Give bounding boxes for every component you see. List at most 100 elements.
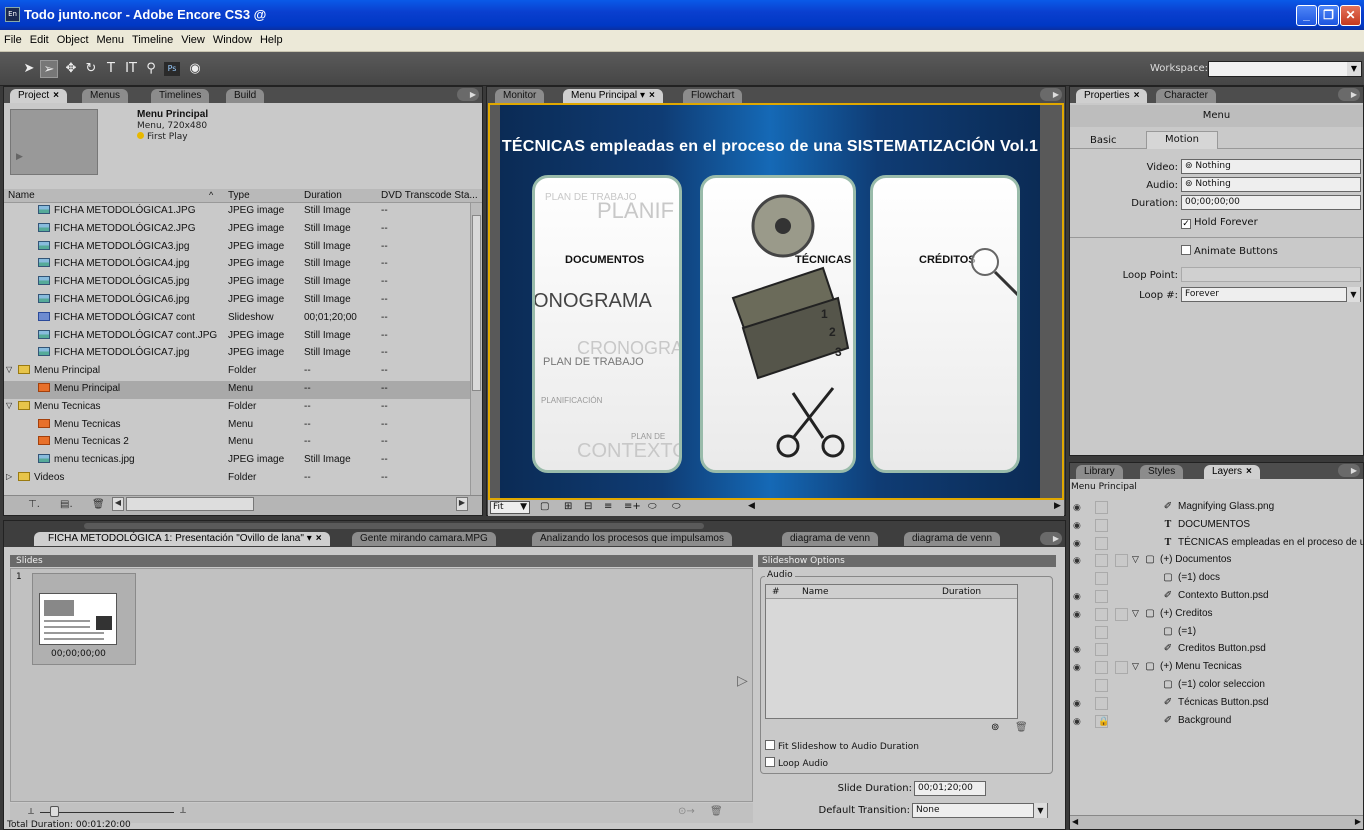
layer-row[interactable]: ◉ T TÉCNICAS empleadas en el proceso de un [1070,535,1364,553]
scroll-right-icon[interactable]: ▶ [456,497,468,511]
horizontal-scroll-thumb[interactable] [126,497,254,511]
checkbox-box[interactable] [1181,245,1191,255]
scroll-left-icon[interactable]: ◀ [112,497,124,511]
lock-toggle[interactable] [1095,679,1108,692]
layer-row[interactable]: ◉ 🔒 ✐ Background [1070,713,1364,731]
tab-ficha-metodologica-1[interactable]: FICHA METODOLÓGICA 1: Presentación "Ovil… [34,532,330,546]
trash-icon[interactable]: 🗑 [710,806,723,817]
restore-button[interactable]: ❐ [1318,5,1339,26]
go-to-icon[interactable]: ⊙→ [678,806,695,817]
menu-view[interactable]: View [177,30,209,46]
trash-icon[interactable]: 🗑 [1015,722,1028,733]
project-row[interactable]: FICHA METODOLÓGICA6.jpg JPEG image Still I… [4,292,470,310]
zoom-icon[interactable]: ⚲ [142,60,160,78]
layer-toggle[interactable] [1115,607,1128,621]
tab-menus[interactable]: Menus [82,89,129,103]
project-row[interactable]: FICHA METODOLÓGICA7 cont Slideshow 00;01;2… [4,310,470,328]
eye-hidden-icon[interactable] [1073,573,1085,584]
preview-icon[interactable]: ◉ [186,60,204,78]
close-icon[interactable]: × [53,90,59,101]
menu-object[interactable]: Object [53,30,93,46]
menu-timeline[interactable]: Timeline [128,30,177,46]
new-folder-icon[interactable]: ▤. [60,499,73,510]
panel-menu-icon[interactable]: ▶ [457,88,479,101]
lock-toggle[interactable] [1095,696,1108,710]
menu-title-text[interactable]: TÉCNICAS empleadas en el proceso de una … [500,138,1040,156]
layer-row[interactable]: ◉ T DOCUMENTOS [1070,517,1364,535]
tab-analizando[interactable]: Analizando los procesos que impulsamos [532,532,732,546]
chevron-right-icon[interactable]: ▷ [6,472,12,481]
eye-icon[interactable]: ◉ [1073,591,1085,602]
close-icon[interactable]: × [1134,90,1140,101]
panel-menu-icon[interactable]: ▶ [1338,464,1360,477]
column-type[interactable]: Type [228,190,250,201]
chevron-down-icon[interactable]: ▾ [307,533,312,544]
zoom-fit-select[interactable]: Fit ▼ [490,501,530,514]
tab-flowchart[interactable]: Flowchart [683,89,743,103]
checkbox-box[interactable] [765,740,775,750]
photoshop-icon[interactable]: Ps [164,62,180,76]
close-icon[interactable]: × [316,533,322,544]
chevron-down-icon[interactable]: ▽ [6,401,12,410]
layer-row[interactable]: ◉ ✐ Técnicas Button.psd [1070,695,1364,713]
slider-thumb[interactable] [50,806,59,817]
column-name[interactable]: Name [8,190,35,201]
checkbox-box[interactable] [765,757,775,767]
collapse-options-icon[interactable]: ▷ [737,673,749,699]
lock-toggle[interactable] [1095,518,1108,532]
layer-row[interactable]: ◉ ▽ ▢ (+) Menu Tecnicas [1070,659,1364,677]
scroll-left-icon[interactable]: ◀ [748,501,755,511]
new-item-icon[interactable]: ⊤. [28,499,40,510]
lock-toggle[interactable] [1095,572,1108,586]
eye-icon[interactable]: ◉ [1073,662,1085,673]
layer-row[interactable]: ▢ (=1) docs [1070,570,1364,588]
layer-row[interactable]: ◉ ✐ Magnifying Glass.png [1070,499,1364,517]
tab-character[interactable]: Character [1156,89,1216,103]
project-row[interactable]: Menu Tecnicas 2 Menu -- -- [4,434,470,452]
zoom-out-icon[interactable]: ⟂ [28,807,34,817]
project-row[interactable]: ▽ Menu Tecnicas Folder -- -- [4,399,470,417]
menu-editor-canvas[interactable]: TÉCNICAS empleadas en el proceso de una … [488,103,1064,500]
highlight-icon[interactable]: ⬭ [672,501,681,512]
pickwhip-icon[interactable]: ⊚ [1185,179,1195,189]
tecnicas-button[interactable]: 1 2 3 TÉCNICAS [700,175,856,473]
loop-point-field[interactable] [1181,267,1361,282]
slide-duration-field[interactable]: 00;01;20;00 [914,781,986,796]
pickwhip-icon[interactable]: ⊚ [1185,161,1195,171]
project-scrollbar[interactable] [470,203,482,495]
rotate-icon[interactable]: ↻ [82,60,100,78]
chevron-down-icon[interactable]: ▼ [1347,62,1361,76]
scroll-right-icon[interactable]: ▶ [1054,501,1061,511]
tab-properties[interactable]: Properties × [1076,89,1148,103]
audio-table[interactable]: # Name Duration [765,584,1018,719]
project-row[interactable]: Menu Tecnicas Menu -- -- [4,417,470,435]
lock-icon[interactable]: 🔒 [1095,714,1109,728]
tab-build[interactable]: Build [226,89,265,103]
layer-row[interactable]: ◉ ✐ Contexto Button.psd [1070,588,1364,606]
tab-layers[interactable]: Layers × [1204,465,1260,479]
lock-toggle[interactable] [1095,501,1108,514]
panel-menu-icon[interactable]: ▶ [1040,532,1062,545]
documentos-button[interactable]: PLAN DE TRABAJO PLANIF DOCUMENTOS ONOGRA… [532,175,682,473]
lock-toggle[interactable] [1095,590,1108,603]
audio-field[interactable]: ⊚ Nothing [1181,177,1361,192]
layer-row[interactable]: ◉ ▽ ▢ (+) Documentos [1070,552,1364,570]
tab-basic[interactable]: Basic [1090,135,1116,146]
workspace-select[interactable]: ▼ [1208,61,1362,77]
menu-menu[interactable]: Menu [93,30,129,46]
tab-diagrama-de-venn[interactable]: diagrama de venn [782,532,879,546]
project-row[interactable]: ▽ Menu Principal Folder -- -- [4,363,470,381]
loop-count-select[interactable]: Forever ▼ [1181,287,1361,302]
eye-icon[interactable]: ◉ [1073,716,1085,727]
hold-forever-checkbox[interactable]: ✓ Hold Forever [1181,217,1258,229]
lock-toggle[interactable] [1095,554,1108,568]
tab-diagrama-de-venn-2[interactable]: diagrama de venn [904,532,1001,546]
menu-file[interactable]: File [0,30,26,46]
text-icon[interactable]: T [102,60,120,78]
project-row[interactable]: FICHA METODOLÓGICA7.jpg JPEG image Still I… [4,345,470,363]
subpicture-icon[interactable]: ⬭ [648,501,657,512]
eye-icon[interactable]: ◉ [1073,502,1085,513]
column-transcode[interactable]: DVD Transcode Sta... [381,190,478,201]
layer-toggle[interactable] [1115,554,1128,568]
eye-hidden-icon[interactable] [1073,627,1085,638]
